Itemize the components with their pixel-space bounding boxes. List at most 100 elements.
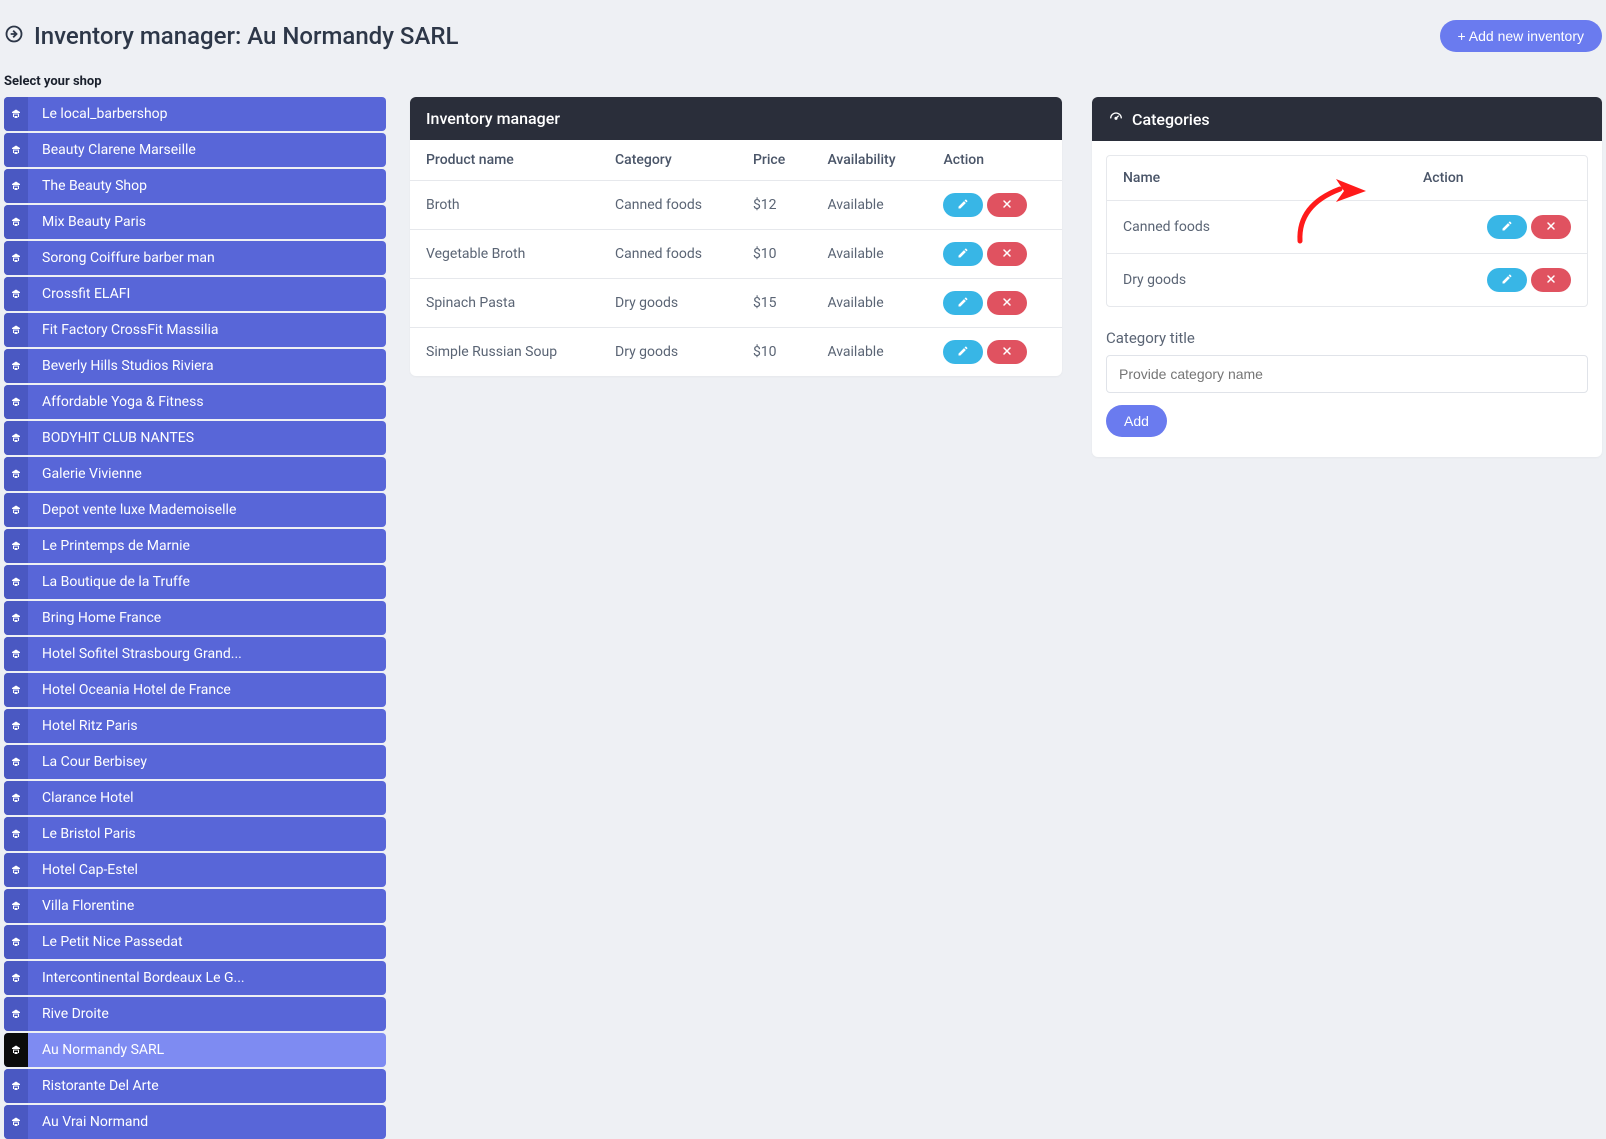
shop-item[interactable]: The Beauty Shop <box>4 169 386 203</box>
inventory-card: Inventory manager Product nameCategoryPr… <box>410 97 1062 376</box>
x-icon <box>1001 296 1013 311</box>
arrow-right-circle-icon <box>4 24 24 48</box>
delete-product-button[interactable] <box>987 291 1027 315</box>
shop-item[interactable]: Au Normandy SARL <box>4 1033 386 1067</box>
add-inventory-button[interactable]: + Add new inventory <box>1440 20 1602 52</box>
shop-icon <box>4 529 28 563</box>
product-price-cell: $12 <box>737 181 812 230</box>
table-row: Spinach PastaDry goods$15Available <box>410 279 1062 328</box>
shop-item[interactable]: Le Bristol Paris <box>4 817 386 851</box>
shop-item[interactable]: Rive Droite <box>4 997 386 1031</box>
shop-item[interactable]: Le local_barbershop <box>4 97 386 131</box>
delete-product-button[interactable] <box>987 340 1027 364</box>
shop-item-label: BODYHIT CLUB NANTES <box>28 430 208 446</box>
shop-item[interactable]: Le Printemps de Marnie <box>4 529 386 563</box>
shop-item-label: Beverly Hills Studios Riviera <box>28 358 228 374</box>
shop-item[interactable]: Intercontinental Bordeaux Le G... <box>4 961 386 995</box>
product-action-cell <box>927 328 1062 377</box>
shop-item[interactable]: Beverly Hills Studios Riviera <box>4 349 386 383</box>
shop-icon <box>4 313 28 347</box>
add-category-button[interactable]: Add <box>1106 405 1167 437</box>
shop-item-label: Beauty Clarene Marseille <box>28 142 210 158</box>
edit-product-button[interactable] <box>943 340 983 364</box>
shop-icon <box>4 709 28 743</box>
shop-item[interactable]: Le Petit Nice Passedat <box>4 925 386 959</box>
shop-item[interactable]: Hotel Sofitel Strasbourg Grand... <box>4 637 386 671</box>
shop-item-label: Depot vente luxe Mademoiselle <box>28 502 250 518</box>
shop-icon <box>4 925 28 959</box>
shop-item[interactable]: Mix Beauty Paris <box>4 205 386 239</box>
shop-item-label: Clarance Hotel <box>28 790 148 806</box>
product-availability-cell: Available <box>811 328 927 377</box>
product-action-cell <box>927 181 1062 230</box>
shop-item-label: Le Printemps de Marnie <box>28 538 204 554</box>
shop-item-label: Intercontinental Bordeaux Le G... <box>28 970 259 986</box>
shop-item[interactable]: Crossfit ELAFI <box>4 277 386 311</box>
shop-item-label: La Boutique de la Truffe <box>28 574 204 590</box>
shop-icon <box>4 565 28 599</box>
shop-item-label: Galerie Vivienne <box>28 466 156 482</box>
shop-item[interactable]: Bring Home France <box>4 601 386 635</box>
table-row: Simple Russian SoupDry goods$10Available <box>410 328 1062 377</box>
shop-icon <box>4 637 28 671</box>
shop-item-label: Hotel Ritz Paris <box>28 718 152 734</box>
delete-product-button[interactable] <box>987 242 1027 266</box>
edit-category-button[interactable] <box>1487 268 1527 292</box>
shop-item[interactable]: Affordable Yoga & Fitness <box>4 385 386 419</box>
shop-item[interactable]: BODYHIT CLUB NANTES <box>4 421 386 455</box>
categories-column-header: Action <box>1407 156 1587 201</box>
shop-icon <box>4 673 28 707</box>
inventory-column-header: Price <box>737 140 812 181</box>
shop-item-label: La Cour Berbisey <box>28 754 161 770</box>
shop-item-label: Sorong Coiffure barber man <box>28 250 229 266</box>
shop-item[interactable]: La Boutique de la Truffe <box>4 565 386 599</box>
shop-item[interactable]: Hotel Ritz Paris <box>4 709 386 743</box>
shop-item-label: Rive Droite <box>28 1006 123 1022</box>
shop-icon <box>4 817 28 851</box>
categories-card: Categories NameAction Canned foodsDry go… <box>1092 97 1602 457</box>
shop-item[interactable]: Fit Factory CrossFit Massilia <box>4 313 386 347</box>
inventory-column-header: Category <box>599 140 737 181</box>
product-price-cell: $15 <box>737 279 812 328</box>
shop-icon <box>4 205 28 239</box>
category-title-label: Category title <box>1106 329 1588 347</box>
shop-item[interactable]: Beauty Clarene Marseille <box>4 133 386 167</box>
shop-item[interactable]: Hotel Oceania Hotel de France <box>4 673 386 707</box>
product-category-cell: Dry goods <box>599 328 737 377</box>
table-row: Canned foods <box>1107 201 1587 254</box>
x-icon <box>1545 220 1557 235</box>
inventory-table: Product nameCategoryPriceAvailabilityAct… <box>410 140 1062 376</box>
product-action-cell <box>927 279 1062 328</box>
shop-item[interactable]: Au Vrai Normand <box>4 1105 386 1139</box>
edit-category-button[interactable] <box>1487 215 1527 239</box>
product-name-cell: Spinach Pasta <box>410 279 599 328</box>
shop-item-label: Bring Home France <box>28 610 175 626</box>
product-category-cell: Dry goods <box>599 279 737 328</box>
shop-item[interactable]: Sorong Coiffure barber man <box>4 241 386 275</box>
delete-category-button[interactable] <box>1531 268 1571 292</box>
shop-item[interactable]: Galerie Vivienne <box>4 457 386 491</box>
category-name-cell: Dry goods <box>1107 254 1407 307</box>
shop-item[interactable]: Depot vente luxe Mademoiselle <box>4 493 386 527</box>
edit-product-button[interactable] <box>943 242 983 266</box>
shop-icon <box>4 277 28 311</box>
shop-item[interactable]: Clarance Hotel <box>4 781 386 815</box>
shop-item-label: Crossfit ELAFI <box>28 286 144 302</box>
pencil-icon <box>1501 273 1513 288</box>
shop-item[interactable]: Ristorante Del Arte <box>4 1069 386 1103</box>
shop-icon <box>4 745 28 779</box>
delete-category-button[interactable] <box>1531 215 1571 239</box>
shop-item[interactable]: La Cour Berbisey <box>4 745 386 779</box>
shop-item[interactable]: Villa Florentine <box>4 889 386 923</box>
shop-item-label: Au Vrai Normand <box>28 1114 162 1130</box>
table-row: BrothCanned foods$12Available <box>410 181 1062 230</box>
edit-product-button[interactable] <box>943 193 983 217</box>
category-name-input[interactable] <box>1106 355 1588 393</box>
edit-product-button[interactable] <box>943 291 983 315</box>
shop-item[interactable]: Hotel Cap-Estel <box>4 853 386 887</box>
delete-product-button[interactable] <box>987 193 1027 217</box>
category-action-cell <box>1407 201 1587 254</box>
shop-icon <box>4 1069 28 1103</box>
shop-icon <box>4 385 28 419</box>
shop-item-label: Hotel Oceania Hotel de France <box>28 682 245 698</box>
